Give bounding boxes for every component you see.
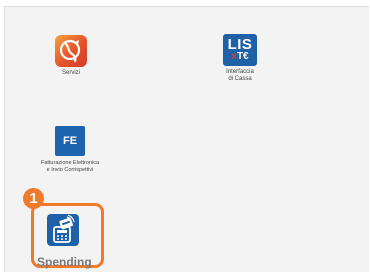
app-servizi-label: Servizi xyxy=(61,70,80,76)
app-fe-label: Fatturazione Elettronica e Invio Corrisp… xyxy=(40,160,100,173)
payment-terminal-icon[interactable] xyxy=(47,214,79,246)
step-number-badge: 1 xyxy=(23,188,44,209)
servizi-icon[interactable] xyxy=(55,35,87,67)
app-lis-interfaccia-cassa[interactable]: LIS xT€ Interfaccia di Cassa xyxy=(210,34,270,83)
fe-icon[interactable]: FE xyxy=(55,126,85,156)
app-servizi[interactable]: Servizi xyxy=(47,35,95,77)
app-spending-label[interactable]: Spending xyxy=(37,255,92,269)
lis-icon-text: LIS xyxy=(227,36,253,53)
app-fatturazione-elettronica[interactable]: FE Fatturazione Elettronica e Invio Corr… xyxy=(23,126,117,173)
lis-icon[interactable]: LIS xT€ xyxy=(223,34,257,66)
app-lis-label: Interfaccia di Cassa xyxy=(226,69,254,82)
lis-icon-subtext: xT€ xyxy=(231,51,249,62)
